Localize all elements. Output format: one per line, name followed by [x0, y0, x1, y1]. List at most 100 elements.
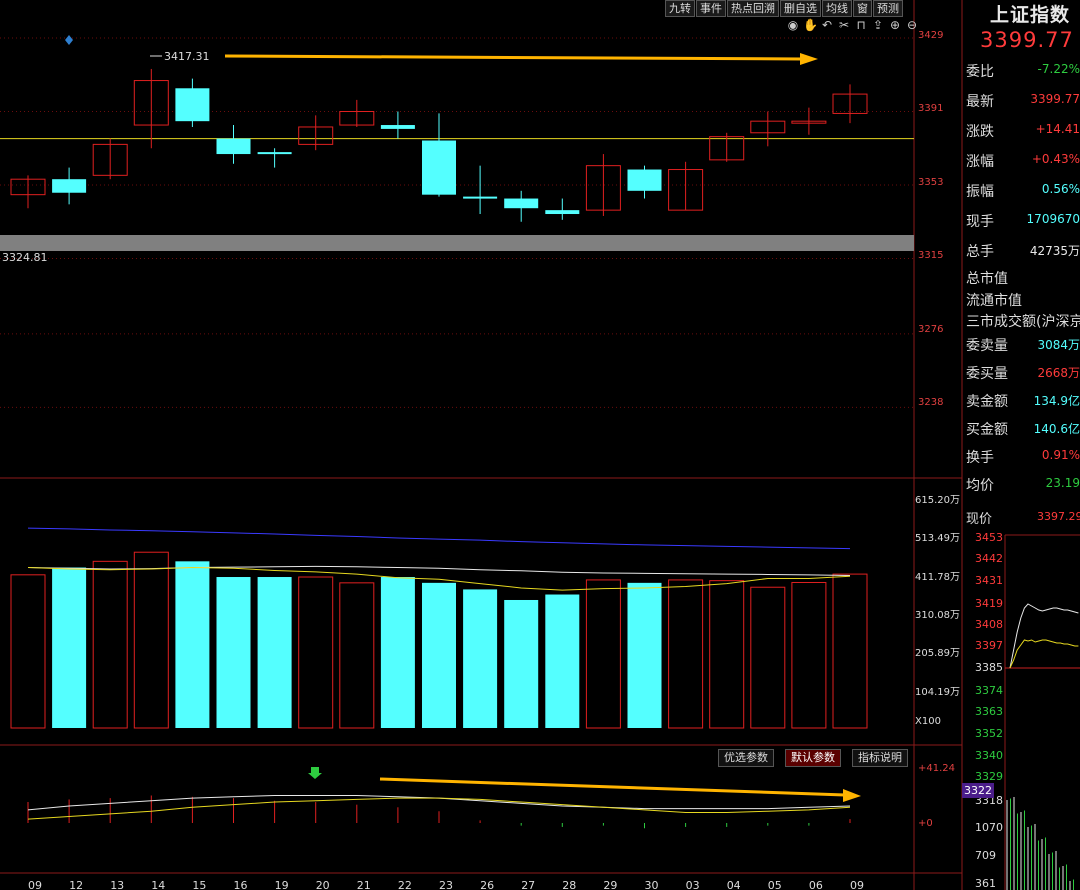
price-axis-label: 3315	[918, 250, 944, 261]
candle-body-down	[380, 125, 415, 129]
mini-axis-label: 1070	[975, 821, 1003, 834]
toolbar-ma-button[interactable]: 均线	[822, 0, 852, 17]
volume-axis-label: 310.08万	[915, 610, 960, 621]
quote-row: 卖金额 134.9亿	[966, 387, 1080, 413]
quote-row-label: 换手	[966, 450, 994, 466]
volume-bar-up	[832, 573, 868, 729]
toolbar-remove-watchlist-button[interactable]: 删自选	[780, 0, 821, 17]
volume-bar-up	[791, 581, 827, 729]
x-axis-date: 13	[110, 879, 124, 890]
price-axis-label: 3276	[918, 324, 944, 335]
quote-plain-label: 总市值	[966, 271, 1008, 287]
quote-row-value: 134.9亿	[1033, 394, 1080, 408]
quote-row-value: +14.41	[1035, 122, 1080, 136]
indicator-axis-label: +0	[918, 818, 933, 829]
quote-row: 委卖量 3084万	[966, 331, 1080, 357]
quote-row-label: 买金额	[966, 422, 1008, 438]
price-axis-label: 3391	[918, 103, 944, 114]
volume-bar-up	[668, 579, 704, 729]
x-axis-date: 21	[357, 879, 371, 890]
mini-axis-label: 361	[975, 877, 996, 890]
toolbar-window-button[interactable]: 窗	[853, 0, 872, 17]
quote-row-label: 涨幅	[966, 154, 994, 170]
tab-indicator-help[interactable]: 指标说明	[852, 749, 908, 767]
quote-row-label: 涨跌	[966, 124, 994, 140]
volume-bar-down	[216, 577, 251, 728]
candle-body-down	[463, 196, 498, 199]
tab-optimized-params[interactable]: 优选参数	[718, 749, 774, 767]
quote-row: 委买量 2668万	[966, 359, 1080, 385]
price-axis-label: 3353	[918, 177, 944, 188]
x-axis-date: 29	[603, 879, 617, 890]
toolbar-jiuzhuan-button[interactable]: 九转	[665, 0, 695, 17]
mini-axis-label: 3352	[975, 727, 1003, 740]
toolbar-hotspot-button[interactable]: 热点回溯	[727, 0, 779, 17]
undo-icon[interactable]: ↶	[820, 18, 834, 32]
quote-row-label: 均价	[966, 478, 994, 494]
x-axis-date: 15	[192, 879, 206, 890]
quote-row-label: 现手	[966, 214, 994, 230]
mini-axis-label: 3453	[975, 531, 1003, 544]
volume-bar-up	[298, 576, 334, 729]
candle-body-down	[627, 169, 662, 191]
quote-row-value: 2668万	[1037, 366, 1080, 380]
volume-bar-up	[339, 582, 375, 729]
candle-body-down	[504, 198, 539, 209]
volume-bar-up	[92, 560, 128, 729]
x-axis-date: 23	[439, 879, 453, 890]
chart-tools: ◉ ✋ ↶ ✂ ⊓ ⇪ ⊕ ⊖	[786, 18, 919, 32]
kline-chart[interactable]: 3417.31 3324.81 09 12 13 14 15 16 19 20 21 22 23 26 27…	[0, 0, 1080, 890]
scissors-icon[interactable]: ✂	[837, 18, 851, 32]
volume-bar-down	[463, 589, 498, 728]
quote-row-label: 总手	[966, 244, 994, 260]
indicator-arrow-line	[379, 777, 846, 797]
volume-bar-up	[709, 580, 745, 729]
zoom-in-icon[interactable]: ⊕	[888, 18, 902, 32]
volume-axis-unit: X100	[915, 716, 941, 727]
mini-axis-label: 3419	[975, 597, 1003, 610]
x-axis-date: 28	[562, 879, 576, 890]
quote-row-label: 振幅	[966, 184, 994, 200]
quote-row-value: -7.22%	[1037, 62, 1080, 76]
tab-default-params[interactable]: 默认参数	[785, 749, 841, 767]
volume-bar-up	[133, 551, 169, 729]
volume-bar-down	[380, 577, 415, 728]
indicator-arrow-head	[843, 789, 861, 802]
volume-bar-down	[422, 582, 456, 728]
export-icon[interactable]: ⇪	[871, 18, 885, 32]
quote-row: 涨幅 +0.43%	[966, 147, 1080, 173]
quote-row: 涨跌 +14.41	[966, 117, 1080, 143]
quote-row: 现手 1709670	[966, 207, 1080, 233]
mini-avg-line	[1009, 639, 1079, 669]
index-title: 上证指数	[990, 4, 1071, 26]
x-axis-date: 03	[686, 879, 700, 890]
x-axis-date: 20	[316, 879, 330, 890]
zoom-out-icon[interactable]: ⊖	[905, 18, 919, 32]
quote-row: 振幅 0.56%	[966, 177, 1080, 203]
mini-axis-label: 3442	[975, 552, 1003, 565]
volume-axis-label: 615.20万	[915, 495, 960, 506]
quote-row-label: 委比	[966, 64, 994, 80]
quote-row: 换手 0.91%	[966, 443, 1080, 469]
quote-row: 均价 23.19	[966, 471, 1080, 497]
toolbar-forecast-button[interactable]: 预测	[873, 0, 903, 17]
mini-axis-label: 709	[975, 849, 996, 862]
x-axis-date: 27	[521, 879, 535, 890]
now-price-value: 3397.29	[1037, 510, 1080, 523]
top-toolbar: 九转 事件 热点回溯 删自选 均线 窗 预测	[664, 0, 903, 17]
mini-axis-label: 3431	[975, 574, 1003, 587]
candle-body-down	[175, 88, 210, 122]
volume-axis-label: 411.78万	[915, 572, 960, 583]
quote-plain-label: 流通市值	[966, 293, 1022, 309]
mini-axis-label: 3340	[975, 749, 1003, 762]
hand-icon[interactable]: ✋	[803, 18, 818, 32]
trend-arrow-head	[800, 53, 818, 65]
volume-bar-down	[52, 567, 87, 728]
stock-chart-window: 3417.31 3324.81 09 12 13 14 15 16 19 20 21 22 23 26 27…	[0, 0, 1080, 890]
lock-icon[interactable]: ⊓	[854, 18, 868, 32]
eye-icon[interactable]: ◉	[786, 18, 800, 32]
trend-arrow-line	[224, 54, 804, 61]
quote-row-value: 1709670	[1026, 212, 1080, 226]
volume-axis-label: 205.89万	[915, 648, 960, 659]
toolbar-events-button[interactable]: 事件	[696, 0, 726, 17]
